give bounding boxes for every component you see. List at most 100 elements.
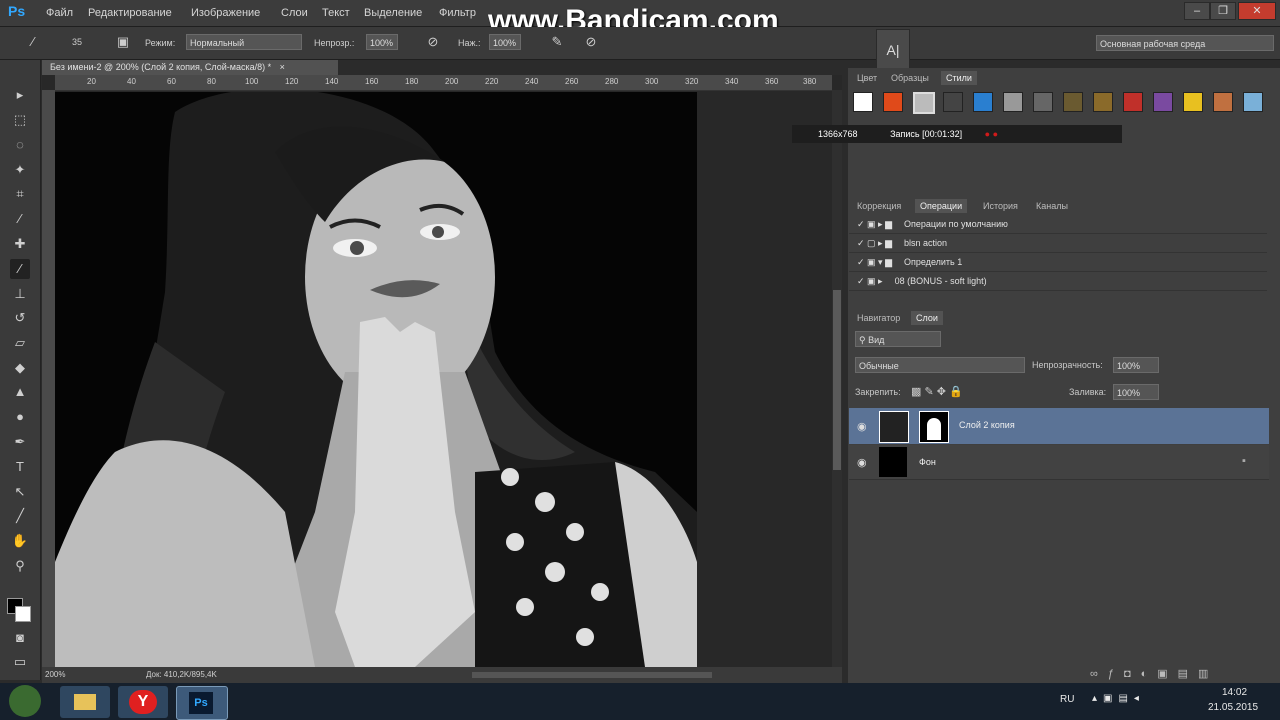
opacity-field[interactable]: 100% [366, 34, 398, 50]
healing-brush-icon[interactable]: ✚ [10, 234, 30, 254]
layer-mask-thumbnail[interactable] [919, 411, 949, 443]
maximize-button[interactable]: ❐ [1210, 2, 1236, 20]
dodge-tool-icon[interactable]: ● [10, 407, 30, 427]
menu-image[interactable]: Изображение [191, 7, 260, 19]
style-swatch[interactable] [883, 92, 903, 112]
tab-color[interactable]: Цвет [852, 71, 882, 85]
brush-tool-icon[interactable]: ⁄ [10, 259, 30, 279]
layer-row-selected[interactable]: ◉ Слой 2 копия [849, 408, 1269, 444]
tab-history[interactable]: История [978, 199, 1023, 213]
minimize-button[interactable]: – [1184, 2, 1210, 20]
style-swatch[interactable] [1063, 92, 1083, 112]
line-tool-icon[interactable]: ╱ [10, 506, 30, 526]
style-swatch[interactable] [973, 92, 993, 112]
layer-fill-field[interactable]: 100% [1113, 384, 1159, 400]
start-button[interactable] [9, 685, 41, 717]
visibility-eye-icon[interactable]: ◉ [857, 420, 867, 433]
lasso-tool-icon[interactable]: ◌ [10, 135, 30, 155]
layer-row[interactable]: ◉ Фон ▪ [849, 445, 1269, 480]
style-swatch[interactable] [1093, 92, 1113, 112]
pen-tool-icon[interactable]: ✒ [10, 432, 30, 452]
photo-canvas[interactable] [55, 92, 697, 667]
layer-filter-select[interactable]: ⚲ Вид [855, 331, 941, 347]
airbrush-icon[interactable]: ✎ [548, 33, 566, 51]
right-panel-dock [848, 68, 1280, 683]
style-swatch[interactable] [1003, 92, 1023, 112]
style-swatch[interactable] [1243, 92, 1263, 112]
move-tool-icon[interactable]: ▸ [10, 85, 30, 105]
photoshop-taskbar-icon[interactable]: Ps [176, 686, 228, 720]
screen-mode-icon[interactable]: ▭ [10, 652, 30, 672]
tab-navigator[interactable]: Навигатор [852, 311, 905, 325]
style-swatch[interactable] [853, 92, 873, 112]
magic-wand-icon[interactable]: ✦ [10, 160, 30, 180]
menu-filter[interactable]: Фильтр [439, 7, 476, 19]
tab-swatches[interactable]: Образцы [886, 71, 934, 85]
ruler-tick: 220 [485, 77, 499, 86]
path-select-icon[interactable]: ↖ [10, 482, 30, 502]
fill-label: Заливка: [1069, 387, 1107, 397]
hand-tool-icon[interactable]: ✋ [10, 531, 30, 551]
action-row[interactable]: ✓ ▣ ▾ ▆ Определить 1 [849, 253, 1267, 272]
paint-bucket-icon[interactable]: ◆ [10, 358, 30, 378]
layer-opacity-field[interactable]: 100% [1113, 357, 1159, 373]
menu-edit[interactable]: Редактирование [88, 7, 172, 19]
language-indicator[interactable]: RU [1060, 694, 1074, 705]
tab-actions[interactable]: Операции [915, 199, 968, 213]
menu-file[interactable]: Файл [46, 7, 73, 19]
style-swatch[interactable] [1033, 92, 1053, 112]
zoom-tool-icon[interactable]: ⚲ [10, 556, 30, 576]
blend-mode-select[interactable]: Обычные [855, 357, 1025, 373]
clock-time[interactable]: 14:02 [1222, 687, 1247, 698]
quick-mask-icon[interactable]: ◙ [10, 628, 30, 648]
tab-channels[interactable]: Каналы [1031, 199, 1073, 213]
style-swatch[interactable] [913, 92, 935, 114]
mode-select[interactable]: Нормальный [186, 34, 302, 50]
workspace-select[interactable]: Основная рабочая среда [1096, 35, 1274, 51]
crop-tool-icon[interactable]: ⌗ [10, 184, 30, 204]
tab-styles[interactable]: Стили [941, 71, 977, 85]
text-tool-icon[interactable]: T [10, 457, 30, 477]
record-stop-icon[interactable]: ● ● [985, 129, 998, 139]
history-brush-icon[interactable]: ↺ [10, 308, 30, 328]
action-row[interactable]: ✓ ▣ ▸ 08 (BONUS - soft light) [849, 272, 1267, 291]
tab-adjustments[interactable]: Коррекция [852, 199, 906, 213]
blur-tool-icon[interactable]: ▲ [10, 382, 30, 402]
yandex-browser-taskbar-icon[interactable]: Y [118, 686, 168, 718]
scroll-thumb[interactable] [833, 290, 841, 470]
style-swatch[interactable] [1153, 92, 1173, 112]
pressure-opacity-icon[interactable]: ⊘ [424, 33, 442, 51]
close-tab-icon[interactable]: × [280, 62, 285, 72]
action-row[interactable]: ✓ ▢ ▸ ▆ blsn action [849, 234, 1267, 253]
clone-stamp-icon[interactable]: ⊥ [10, 284, 30, 304]
explorer-taskbar-icon[interactable] [60, 686, 110, 718]
menu-select[interactable]: Выделение [364, 7, 422, 19]
zoom-level[interactable]: 200% [45, 670, 65, 679]
style-swatch[interactable] [1213, 92, 1233, 112]
marquee-tool-icon[interactable]: ⬚ [10, 110, 30, 130]
eraser-icon[interactable]: ▱ [10, 333, 30, 353]
horizontal-scrollbar[interactable] [472, 672, 712, 678]
flow-field[interactable]: 100% [489, 34, 521, 50]
layer-actions-footer[interactable]: ∞ƒ◘◐▣▤▥ [1090, 667, 1270, 681]
style-swatch[interactable] [1183, 92, 1203, 112]
tray-icons[interactable]: ▴▣▤◂ [1092, 693, 1145, 704]
close-button[interactable]: ✕ [1238, 2, 1276, 20]
menu-text[interactable]: Текст [322, 7, 350, 19]
brush-tool-icon[interactable]: ⁄ [24, 33, 42, 51]
style-swatch[interactable] [1123, 92, 1143, 112]
document-tab[interactable]: Без имени-2 @ 200% (Слой 2 копия, Слой-м… [42, 60, 338, 75]
clock-date[interactable]: 21.05.2015 [1208, 702, 1258, 713]
tab-layers[interactable]: Слои [911, 311, 943, 325]
brush-panel-icon[interactable]: ▣ [114, 33, 132, 51]
background-color-swatch[interactable] [15, 606, 31, 622]
lock-icons[interactable]: ▩ ✎ ✥ 🔒 [911, 385, 963, 398]
action-row[interactable]: ✓ ▣ ▸ ▆ Операции по умолчанию [849, 215, 1267, 234]
vertical-scrollbar[interactable] [832, 90, 842, 667]
eyedropper-icon[interactable]: ⁄ [10, 209, 30, 229]
brush-size-preset[interactable]: 35 [68, 33, 86, 51]
visibility-eye-icon[interactable]: ◉ [857, 456, 867, 469]
menu-layers[interactable]: Слои [281, 7, 308, 19]
pressure-size-icon[interactable]: ⊘ [582, 33, 600, 51]
style-swatch[interactable] [943, 92, 963, 112]
